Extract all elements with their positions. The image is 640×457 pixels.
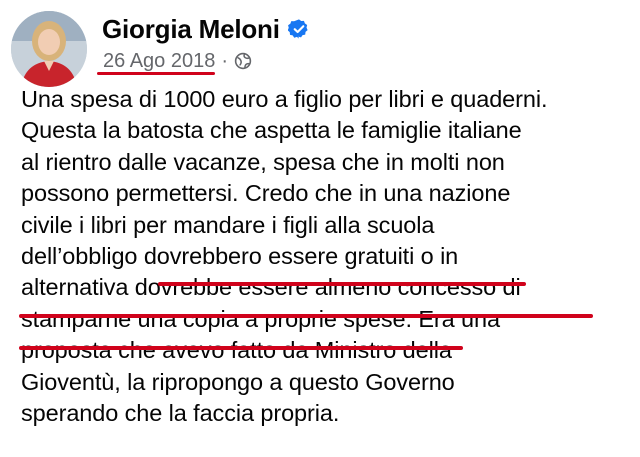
post-text-line: Questa la batosta che aspetta le famigli… (21, 117, 522, 144)
post-text-line: stamparne una copia a proprie spese. Era… (21, 305, 500, 332)
post-meta: 26 Ago 2018 · (103, 48, 252, 74)
post-text-line: alternativa dovrebbe essere almeno conce… (21, 274, 521, 301)
date-underline-annotation (97, 72, 215, 75)
post-text-line: sperando che la faccia propria. (21, 399, 340, 426)
post-text-line: civile i libri per mandare i figli alla … (21, 211, 435, 238)
facebook-post: Giorgia Meloni 26 Ago 2018 · Una spesa d… (0, 0, 640, 457)
post-date[interactable]: 26 Ago 2018 (103, 50, 215, 73)
avatar[interactable] (11, 11, 87, 87)
verified-badge-icon (287, 18, 310, 40)
post-text-line: al rientro dalle vacanze, spesa che in m… (21, 148, 505, 175)
post-text-line: proposta che avevo fatto da Ministro del… (21, 337, 452, 364)
highlight-underline (158, 282, 526, 286)
post-text-line: Una spesa di 1000 euro a figlio per libr… (21, 86, 548, 112)
author-name[interactable]: Giorgia Meloni (102, 13, 280, 45)
post-text-line: Gioventù, la ripropongo a questo Governo (21, 368, 455, 395)
author-row: Giorgia Meloni (102, 12, 310, 46)
post-text-line: possono permettersi. Credo che in una na… (21, 180, 511, 207)
highlight-underline (19, 314, 593, 318)
post-text-line: dell’obbligo dovrebbero essere gratuiti … (21, 242, 459, 269)
highlight-underline (19, 346, 463, 350)
meta-separator: · (221, 49, 229, 72)
post-text: Una spesa di 1000 euro a figlio per libr… (21, 84, 633, 429)
globe-icon[interactable] (234, 52, 252, 70)
